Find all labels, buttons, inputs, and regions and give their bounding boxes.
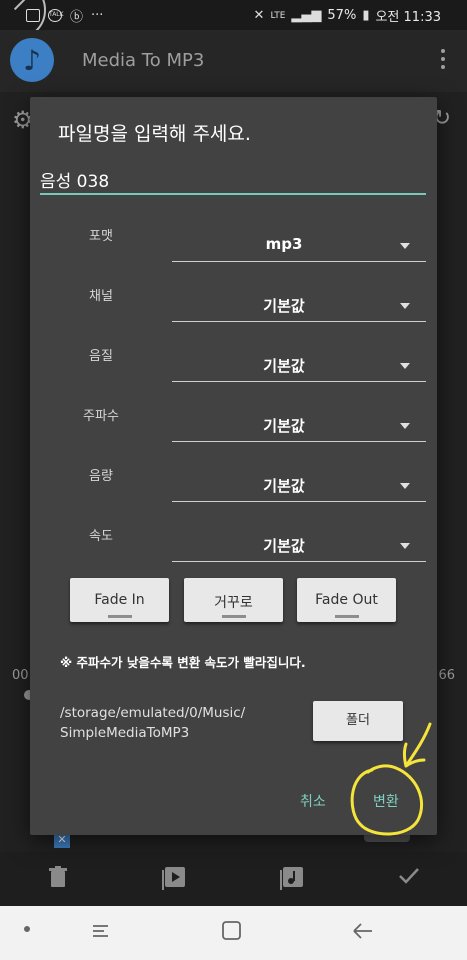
status-left: TALK ⓑ ···	[26, 6, 103, 25]
mute-icon: ✕	[253, 8, 265, 23]
path-line-1: /storage/emulated/0/Music/	[60, 705, 246, 721]
caret-down-icon	[400, 423, 410, 429]
nav-dot-icon[interactable]	[24, 926, 30, 932]
caret-down-icon	[400, 243, 410, 249]
caret-down-icon	[400, 483, 410, 489]
select-value: 기본값	[263, 297, 305, 315]
fade-in-toggle[interactable]: Fade In	[70, 578, 169, 622]
gallery-icon	[26, 9, 40, 22]
option-row-volume: 음량 기본값	[30, 465, 437, 505]
volume-select[interactable]: 기본값	[172, 473, 426, 502]
option-label: 주파수	[83, 409, 119, 424]
caret-down-icon	[400, 543, 410, 549]
clock: 오전 11:33	[375, 10, 441, 25]
battery-icon: ▮	[362, 8, 370, 23]
play-icon[interactable]	[162, 866, 186, 896]
reverse-toggle[interactable]: 거꾸로	[184, 578, 283, 622]
select-value: mp3	[265, 235, 303, 253]
fade-out-toggle[interactable]: Fade Out	[297, 578, 396, 622]
status-bar: TALK ⓑ ··· ✕ LTE ▂▄▆ 57% ▮ 오전 11:33	[0, 0, 467, 40]
fade-out-label: Fade Out	[315, 592, 378, 608]
output-path: /storage/emulated/0/Music/ SimpleMediaTo…	[60, 703, 245, 743]
app-title: Media To MP3	[82, 50, 205, 71]
dialog-title: 파일명을 입력해 주세요.	[58, 123, 251, 145]
trash-icon[interactable]	[48, 866, 68, 894]
option-row-quality: 음질 기본값	[30, 345, 437, 385]
cancel-button[interactable]: 취소	[300, 791, 326, 811]
fade-in-label: Fade In	[94, 592, 145, 608]
option-row-frequency: 주파수 기본값	[30, 405, 437, 445]
talk-icon: TALK	[48, 9, 64, 22]
option-row-format: 포맷 mp3	[30, 225, 437, 265]
convert-button[interactable]: 변환	[373, 791, 399, 811]
toggle-indicator	[335, 615, 359, 618]
recent-apps-icon[interactable]	[90, 920, 112, 948]
option-row-channel: 채널 기본값	[30, 285, 437, 325]
select-value: 기본값	[263, 417, 305, 435]
caret-down-icon	[400, 303, 410, 309]
toggle-indicator	[222, 615, 246, 618]
quality-select[interactable]: 기본값	[172, 353, 426, 382]
option-label: 속도	[89, 529, 113, 544]
option-label: 음량	[89, 469, 113, 484]
select-value: 기본값	[263, 477, 305, 495]
battery-percent: 57%	[327, 8, 357, 23]
music-library-icon[interactable]	[280, 866, 304, 896]
filename-input[interactable]	[40, 165, 426, 195]
option-label: 포맷	[89, 229, 113, 244]
music-note-icon: ♪	[10, 38, 54, 82]
home-icon[interactable]	[222, 920, 242, 948]
reverse-label: 거꾸로	[214, 595, 253, 611]
path-line-2: SimpleMediaToMP3	[60, 725, 190, 741]
back-icon[interactable]	[352, 920, 374, 948]
option-label: 채널	[89, 289, 113, 304]
frequency-select[interactable]: 기본값	[172, 413, 426, 442]
check-icon[interactable]	[398, 866, 420, 891]
overflow-menu-icon[interactable]	[441, 49, 445, 73]
signal-lte-label: LTE	[270, 10, 286, 21]
toggle-indicator	[108, 615, 132, 618]
time-left: 00	[12, 668, 29, 683]
b-icon: ⓑ	[70, 10, 84, 25]
channel-select[interactable]: 기본값	[172, 293, 426, 322]
folder-button[interactable]: 폴더	[313, 701, 403, 741]
option-row-speed: 속도 기본값	[30, 525, 437, 565]
system-nav-bar	[0, 906, 467, 960]
time-right: 66	[438, 668, 455, 683]
frequency-note: ※ 주파수가 낮을수록 변환 속도가 빨라집니다.	[60, 655, 306, 670]
more-notifications: ···	[91, 8, 104, 23]
bottom-toolbar	[0, 852, 467, 906]
option-label: 음질	[89, 349, 113, 364]
speed-select[interactable]: 기본값	[172, 533, 426, 562]
status-right: ✕ LTE ▂▄▆ 57% ▮ 오전 11:33	[254, 6, 441, 25]
convert-dialog: 파일명을 입력해 주세요. 포맷 mp3 채널 기본값 음질 기본값 주파수 기…	[30, 97, 437, 835]
app-bar: ♪ Media To MP3	[0, 30, 467, 92]
format-select[interactable]: mp3	[172, 233, 426, 262]
select-value: 기본값	[263, 357, 305, 375]
select-value: 기본값	[263, 537, 305, 555]
signal-icon: ▂▄▆	[291, 8, 322, 23]
caret-down-icon	[400, 363, 410, 369]
